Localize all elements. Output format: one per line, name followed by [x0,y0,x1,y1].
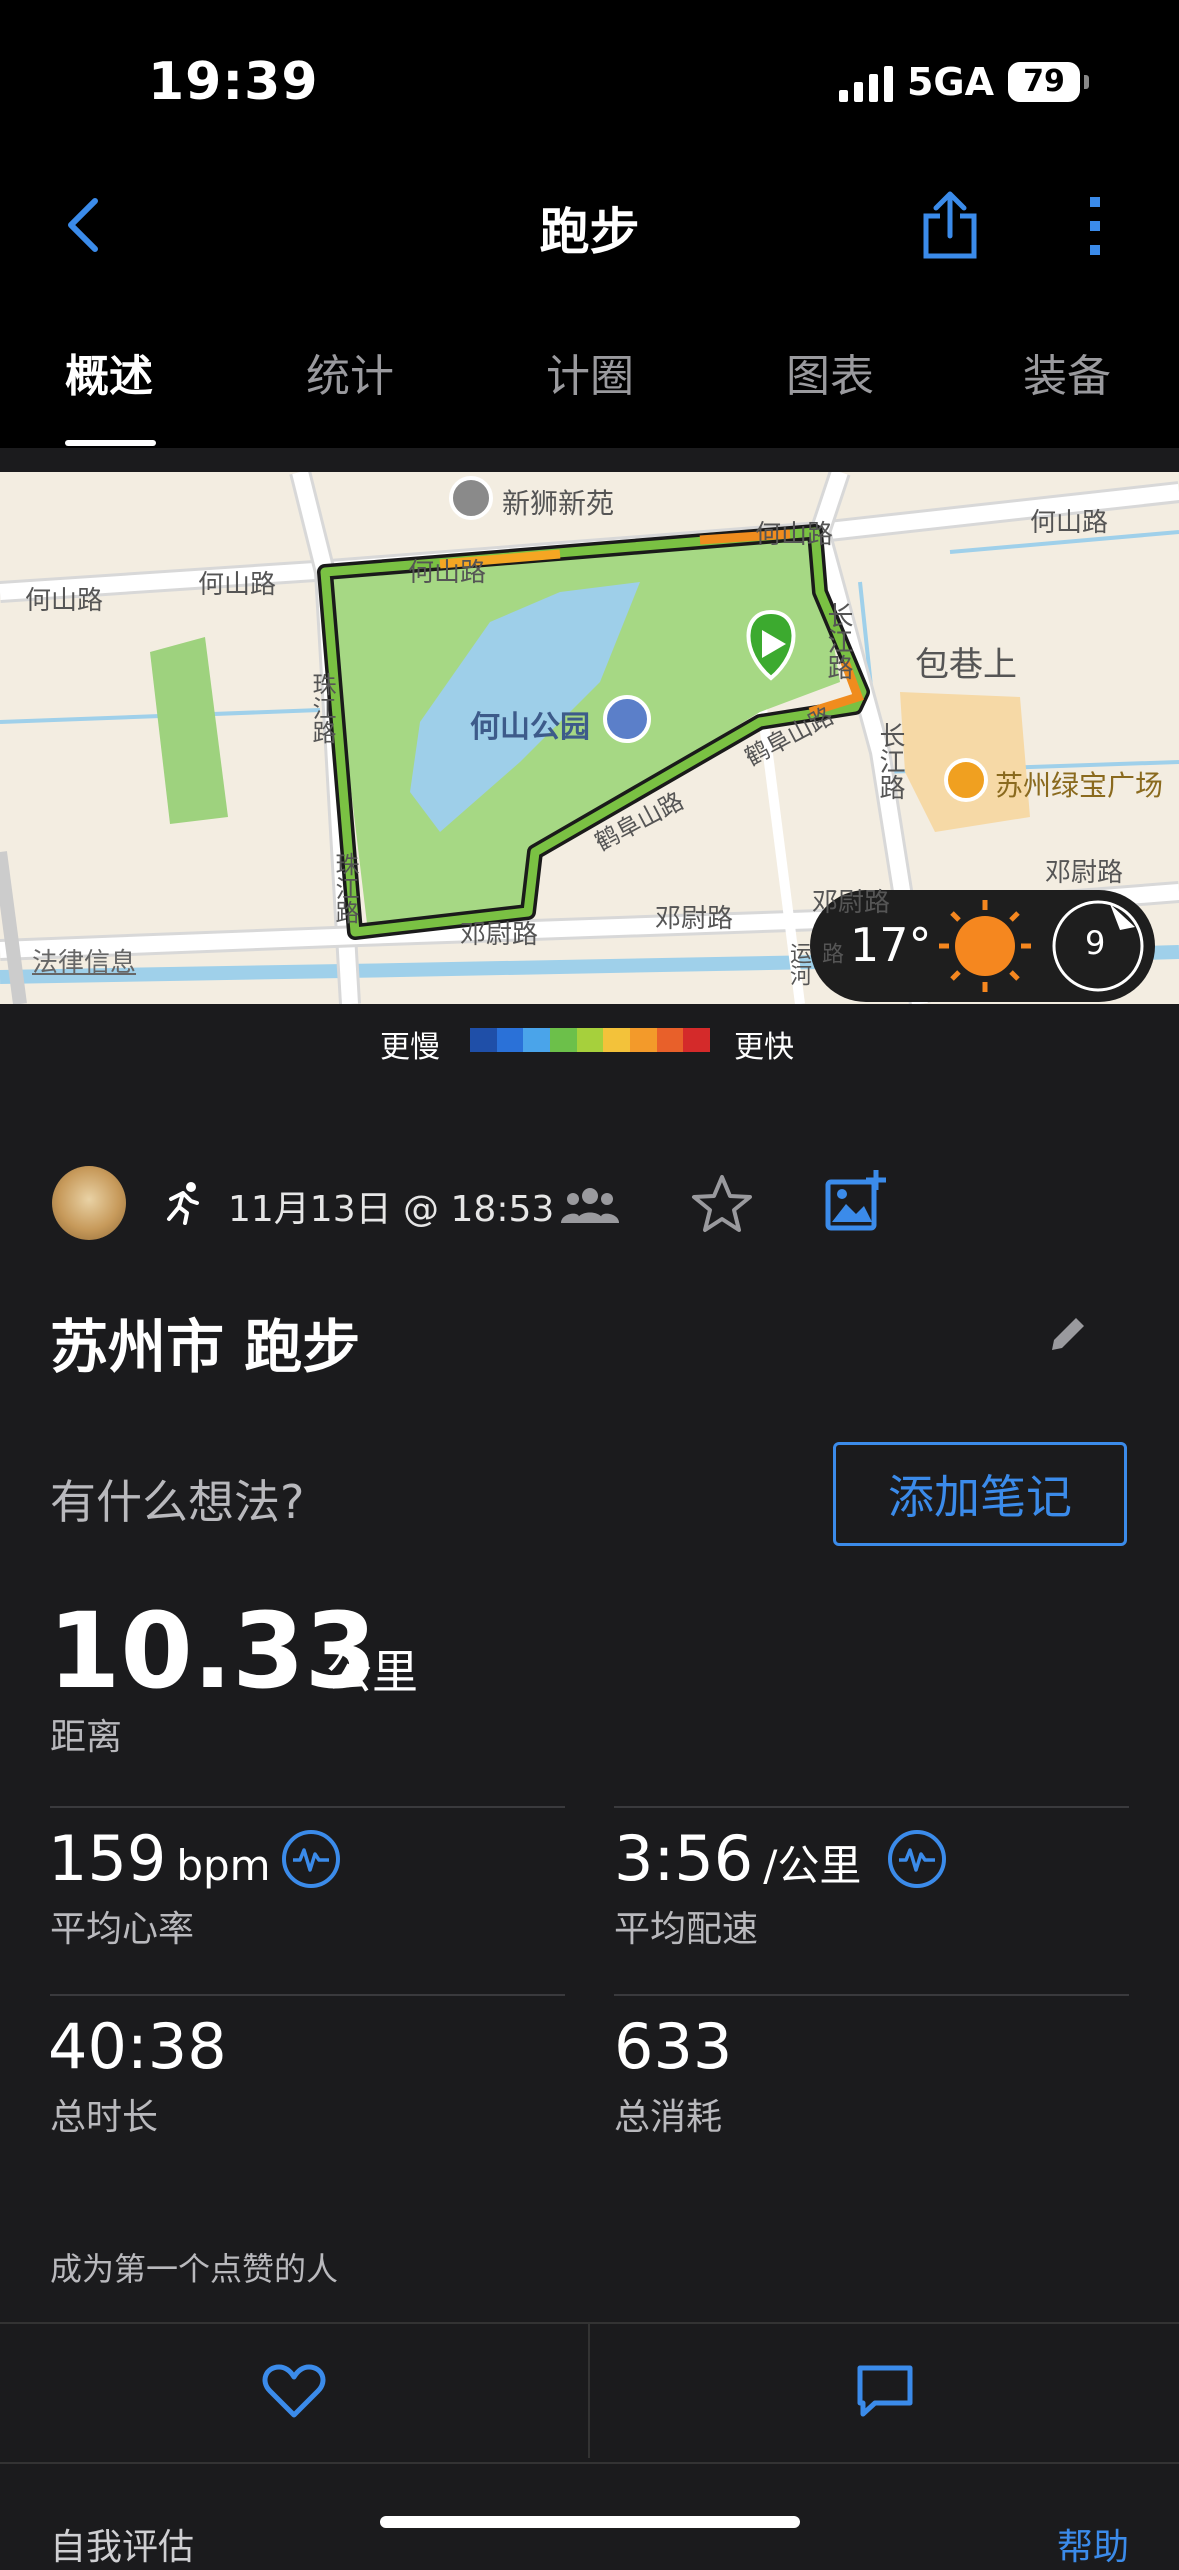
pace-legend: 更慢 更快 [0,1022,1179,1065]
stat-hr: 159 bpm [48,1822,271,1895]
hr-unit: bpm [176,1841,271,1890]
map-label: 珠江路 [331,852,359,924]
tab-bar: 概述 统计 计圈 图表 装备 [0,340,1179,448]
pace-color-bar [470,1028,711,1052]
map-label: 苏州绿宝广场 [995,769,1164,802]
status-time: 19:39 [148,52,319,112]
tab-active-indicator [65,440,156,446]
share-icon[interactable] [910,186,990,266]
stat-pace: 3:56 /公里 [614,1822,861,1895]
map-label: 运河路 [786,942,843,986]
map-label: 何山路 [25,586,104,616]
tab-laps[interactable]: 计圈 [546,340,634,404]
map-label: 邓尉路 [655,904,734,934]
network-type: 5GA [906,60,994,104]
map-label: 长江路 [875,722,905,800]
help-link[interactable]: 帮助 [1057,2518,1129,2570]
weather-temp: 17° [850,918,932,972]
hr-value: 159 [48,1822,167,1895]
star-icon[interactable] [690,1172,754,1236]
pace-color-swatch [576,1028,604,1052]
map-label: 何山路 [198,570,277,600]
calories-label: 总消耗 [614,2097,723,2138]
pace-color-swatch [603,1028,631,1052]
divider [50,1994,565,1996]
wind-speed: 9 [1085,924,1106,962]
pace-color-swatch [470,1028,497,1052]
map-label-park: 何山公园 [470,710,590,745]
notes-prompt: 有什么想法? [50,1475,305,1529]
map-label: 邓尉路 [812,888,891,918]
more-vertical-icon[interactable] [1070,186,1120,266]
pace-color-swatch [630,1028,657,1052]
comment-button[interactable] [590,2324,1179,2458]
map-label: 邓尉路 [1045,858,1124,888]
pace-color-swatch [550,1028,577,1052]
activity-date: 11月13日 @ 18:53 [228,1189,555,1230]
pace-color-swatch [523,1028,551,1052]
pace-pulse-icon[interactable] [888,1830,946,1888]
battery-tip [1084,75,1089,89]
divider [50,1806,565,1808]
hr-label: 平均心率 [50,1909,195,1950]
tab-gear[interactable]: 装备 [1023,340,1111,404]
tab-stats[interactable]: 统计 [306,340,394,404]
calories-value: 633 [614,2010,733,2083]
pace-color-swatch [656,1028,684,1052]
self-evaluation-label: 自我评估 [50,2527,195,2568]
heart-rate-pulse-icon[interactable] [282,1830,340,1888]
distance-unit: 公里 [326,1645,418,1699]
map-label: 邓尉路 [460,920,539,950]
pace-color-swatch [683,1028,711,1052]
signal-icon [838,62,893,102]
like-button[interactable] [0,2324,588,2458]
tab-overview[interactable]: 概述 [65,340,153,404]
map-label: 长江路 [823,602,853,680]
group-icon[interactable] [560,1180,620,1230]
route-map[interactable]: 新狮新苑 何山路 何山路 何山路 何山路 何山路 何山公园 长江路 长江路 包巷… [0,472,1179,1004]
running-icon [158,1178,208,1228]
kudos-text: 成为第一个点赞的人 [50,2250,339,2288]
tab-charts[interactable]: 图表 [786,340,874,404]
heart-icon [262,2364,326,2418]
map-label: 珠江路 [308,672,336,744]
distance-label: 距离 [50,1717,123,1758]
page-title: 跑步 [539,203,640,261]
avatar[interactable] [52,1166,126,1240]
pace-label: 平均配速 [614,1909,759,1950]
add-photo-icon[interactable] [822,1166,892,1236]
legal-info-link[interactable]: 法律信息 [32,942,136,979]
add-note-button[interactable]: 添加笔记 [833,1442,1127,1546]
legend-slow: 更慢 [380,1030,440,1065]
legend-fast: 更快 [734,1030,794,1065]
divider [614,1994,1129,1996]
duration-label: 总时长 [50,2097,159,2138]
pace-value: 3:56 [614,1822,754,1895]
pace-unit: /公里 [763,1841,862,1890]
duration-value: 40:38 [48,2010,227,2083]
map-label: 新狮新苑 [502,487,615,520]
home-indicator[interactable] [380,2516,800,2528]
status-indicators: 5GA 79 [838,60,1089,104]
map-label: 何山路 [408,558,487,588]
activity-title: 苏州市 跑步 [50,1313,361,1381]
edit-pencil-icon[interactable] [1038,1304,1098,1364]
battery-icon: 79 [1008,62,1080,102]
divider [614,1806,1129,1808]
comment-icon [857,2365,912,2417]
map-label: 包巷上 [915,645,1017,685]
pace-color-swatch [496,1028,524,1052]
map-label: 何山路 [755,520,834,550]
map-label: 何山路 [1030,508,1109,538]
